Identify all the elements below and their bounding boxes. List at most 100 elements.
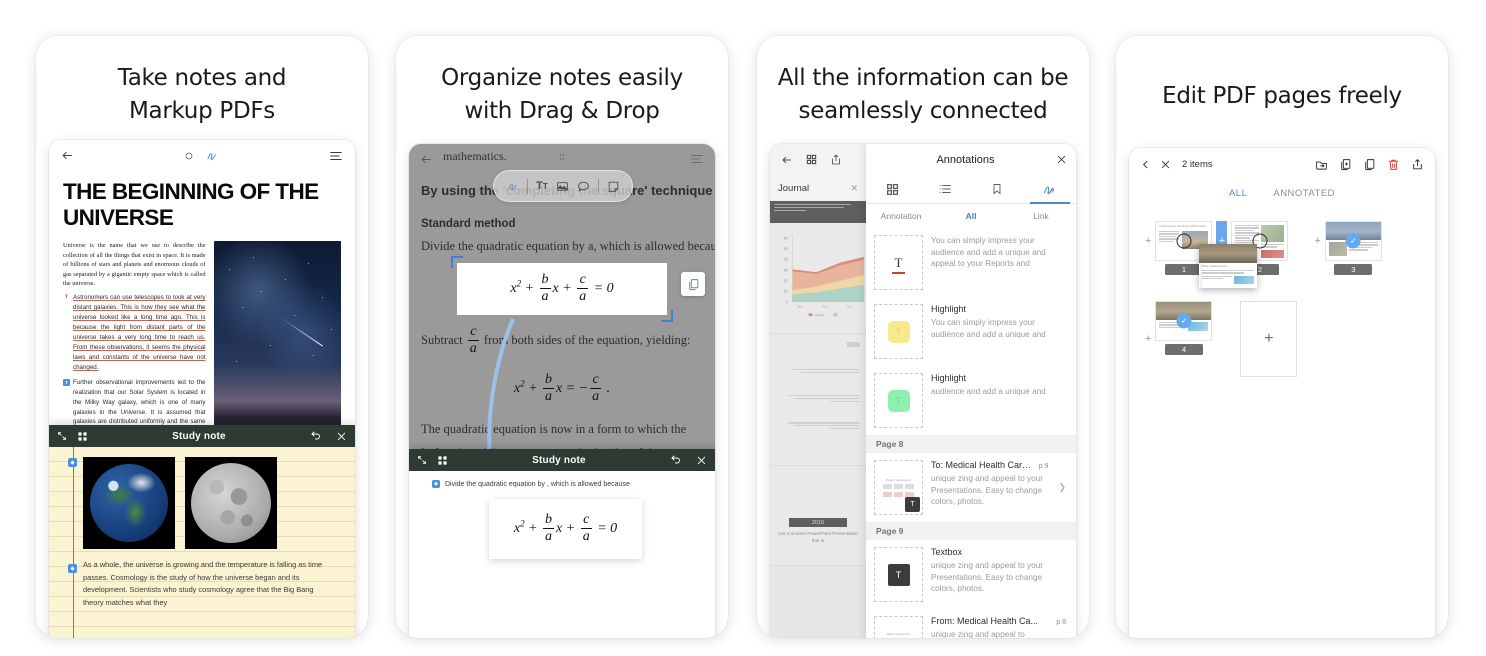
circle-icon[interactable] (185, 152, 193, 160)
device-frame-2: mathematics. By using the 'completing th… (409, 144, 715, 638)
annotation-row-1[interactable]: T Astronomers can use telescopes to look… (63, 293, 206, 372)
undo-icon[interactable] (310, 430, 322, 442)
device-frame-1: THE BEGINNING OF THE UNIVERSE Universe i… (49, 140, 355, 638)
annotation-filters[interactable]: Annotation All Link (866, 204, 1076, 228)
headline-line-1: Edit PDF pages freely (1162, 83, 1402, 109)
slide-dark-header (770, 201, 866, 223)
annotation-list[interactable]: T You can simply impress your audience a… (866, 228, 1076, 638)
slide-thumbnail: Project Governance T (874, 460, 923, 515)
chevron-right-icon[interactable]: ❯ (1056, 482, 1066, 493)
grid-icon[interactable] (437, 455, 448, 466)
journal-tab[interactable]: Journal ✕ (770, 175, 866, 201)
textbox-badge: T (905, 497, 920, 512)
filter-all[interactable]: All (936, 211, 1006, 221)
image-icon[interactable] (556, 180, 569, 193)
filter-link[interactable]: Link (1006, 211, 1076, 221)
preview-slide-2[interactable] (770, 334, 866, 466)
annotations-panel: Annotations Annotation All Link T You ca… (866, 144, 1076, 638)
selection-handle-top-left[interactable] (451, 256, 463, 268)
list-item[interactable]: T You can simply impress your audience a… (866, 228, 1076, 297)
page-thumbnail[interactable]: ✓ (1155, 301, 1213, 341)
study-note-overlay: Study note ◆ ◆ As a whole, the universe … (49, 425, 355, 638)
grid-icon[interactable] (77, 431, 88, 442)
add-page-button[interactable]: + (1240, 301, 1298, 377)
close-icon[interactable] (1056, 154, 1067, 165)
study-note-row[interactable]: ◆ Divide the quadratic equation by , whi… (409, 471, 715, 488)
grid-icon[interactable] (806, 154, 817, 165)
close-icon[interactable]: ✕ (850, 183, 858, 194)
svg-text:60: 60 (784, 237, 788, 241)
pen-icon[interactable] (205, 149, 219, 163)
page-reference: p 9 (1038, 463, 1049, 470)
selection-indicator-checked[interactable]: ✓ (1345, 233, 1361, 249)
undo-icon[interactable] (670, 454, 682, 466)
document-title: THE BEGINNING OF THE UNIVERSE (63, 179, 319, 231)
selection-indicator-unchecked[interactable] (1176, 233, 1192, 249)
close-icon[interactable] (696, 455, 707, 466)
dropped-equation-card[interactable]: x2 + bax + ca = 0 (489, 499, 642, 559)
page-action-icons[interactable] (1315, 158, 1424, 171)
tab-outline[interactable] (919, 175, 972, 203)
tab-thumbnails[interactable] (866, 175, 919, 203)
chevron-left-icon[interactable] (1140, 159, 1151, 170)
textbox-icon: T (874, 547, 923, 602)
close-icon[interactable] (1160, 159, 1171, 170)
text-annotation-icon: T (63, 378, 70, 386)
list-item[interactable]: Major Components From: Medical Health Ca (866, 609, 1076, 638)
annotations-tabbar[interactable] (866, 175, 1076, 204)
pen-icon[interactable] (506, 180, 519, 193)
study-note-toolbar: Study note (49, 425, 355, 447)
markup-floating-toolbar[interactable]: TT (493, 170, 633, 202)
tab-annotated[interactable]: ANNOTATED (1273, 188, 1335, 199)
delete-page-icon[interactable] (1387, 158, 1400, 171)
filter-annotation[interactable]: Annotation (866, 211, 936, 221)
tab-all[interactable]: ALL (1229, 188, 1247, 199)
back-arrow-icon[interactable] (61, 149, 74, 162)
note-link-chip[interactable]: ◆ (68, 458, 77, 467)
back-arrow-icon[interactable] (781, 154, 793, 166)
headline-line-1: All the information can be (777, 65, 1069, 91)
close-icon[interactable] (336, 431, 347, 442)
copy-page-icon[interactable] (1363, 158, 1376, 171)
list-item[interactable]: T Highlight You can simply impress your … (866, 297, 1076, 366)
note-link-chip[interactable]: ◆ (68, 564, 77, 573)
list-item[interactable]: Project Governance T To: Medical Health … (866, 453, 1076, 522)
selection-handle-bottom-right[interactable] (661, 309, 673, 322)
tab-bookmarks[interactable] (971, 175, 1024, 203)
headline-line-1: Take notes and (117, 65, 287, 91)
hamburger-menu-icon[interactable] (329, 150, 343, 162)
page-filter-tabs[interactable]: ALL ANNOTATED (1129, 180, 1435, 199)
page-card-4[interactable]: ✓ 4 (1155, 301, 1213, 355)
list-item[interactable]: T Highlight audience and add a unique an… (866, 366, 1076, 435)
page-section-header: Page 9 (866, 522, 1076, 540)
text-format-icon[interactable]: TT (536, 180, 548, 192)
tab-annotations[interactable] (1024, 175, 1077, 204)
selection-indicator-checked[interactable]: ✓ (1176, 313, 1192, 329)
expand-icon[interactable] (57, 431, 67, 441)
equation-selection-box[interactable]: x2 + bax + ca = 0 (451, 256, 673, 322)
preview-slide-1[interactable]: 60 50 40 30 20 10 0 Text Text Text Medic… (770, 201, 866, 334)
plus-icon[interactable]: + (1314, 221, 1320, 261)
share-page-icon[interactable] (1411, 158, 1424, 171)
insert-page-icon[interactable] (1315, 158, 1328, 171)
hamburger-menu-icon[interactable] (690, 153, 704, 165)
plus-icon[interactable]: + (1145, 301, 1151, 377)
share-icon[interactable] (830, 153, 842, 166)
link-chip-icon: ◆ (432, 480, 440, 488)
page-thumbnail[interactable]: ✓ (1324, 221, 1382, 261)
dragged-page-card[interactable]: White, Hardware and ... (1199, 244, 1257, 288)
duplicate-page-icon[interactable] (1339, 158, 1352, 171)
preview-slide-3[interactable]: 2016 Get a modern PowerPoint Presentatio… (770, 466, 866, 566)
comment-icon[interactable] (577, 180, 590, 193)
page-card-3[interactable]: ✓ 3 (1324, 221, 1382, 275)
shape-icon[interactable] (607, 180, 620, 193)
copy-icon[interactable] (681, 272, 705, 296)
expand-icon[interactable] (417, 455, 427, 465)
equation-2: x2 + bax = − c a . (513, 371, 611, 404)
back-arrow-icon[interactable] (420, 153, 433, 166)
list-item[interactable]: T Textbox unique zing and appeal to your… (866, 540, 1076, 609)
document-content: By using the 'completing the square' tec… (409, 183, 715, 485)
plus-icon[interactable]: + (1145, 221, 1151, 261)
svg-text:Text: Text (822, 305, 828, 309)
text-annotation-icon: T (64, 295, 69, 301)
